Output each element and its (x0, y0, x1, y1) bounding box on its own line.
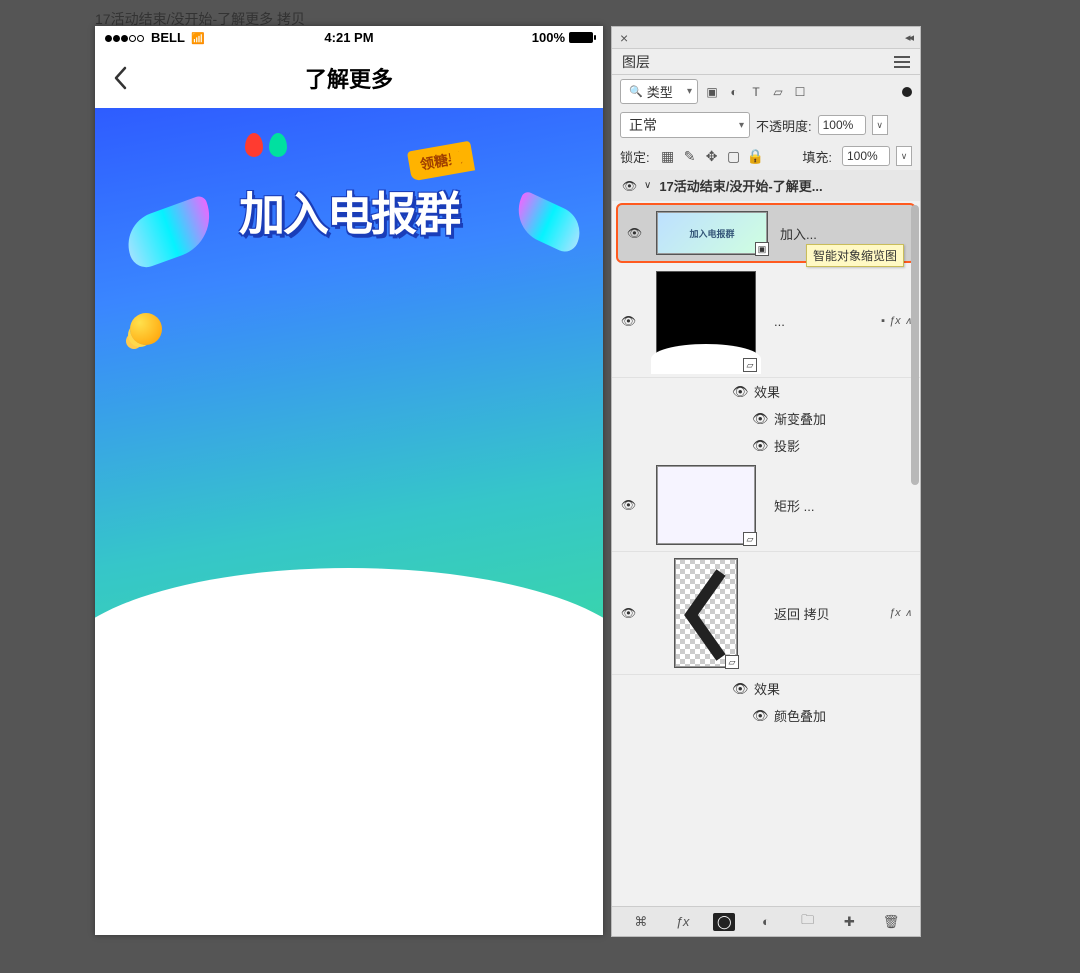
fx-label[interactable]: ƒx (889, 315, 901, 327)
panel-menu-icon[interactable] (894, 56, 910, 68)
layer-name[interactable]: 矩形 ... (774, 496, 912, 515)
lock-all-icon[interactable]: 🔒 (748, 148, 764, 164)
layer-row[interactable]: 👁 ▱ 返回 拷贝 ƒx ∧ (612, 552, 920, 675)
panel-close-icon[interactable]: × (620, 30, 628, 46)
effect-color-overlay[interactable]: 👁 颜色叠加 (612, 702, 920, 729)
vector-badge-icon: ▱ (743, 358, 757, 372)
design-canvas: BELL 4:21 PM 100% 了解更多 领糖果 加入电报群 (95, 26, 603, 935)
layer-thumbnail[interactable]: ▱ (656, 271, 756, 371)
layer-name[interactable]: 返回 拷贝 (774, 604, 881, 623)
filter-image-icon[interactable]: ▣ (704, 84, 720, 100)
link-mask-icon[interactable]: ▪ (881, 315, 885, 327)
visibility-toggle-icon[interactable]: 👁 (752, 708, 766, 724)
panel-footer: ⌘ ƒx ◯ ◐ 🗀 ✚ 🗑 (612, 906, 920, 936)
lock-position-icon[interactable]: ✥ (704, 148, 720, 164)
smart-object-badge-icon: ▣ (755, 242, 769, 256)
filter-smart-icon[interactable]: ☐ (792, 84, 808, 100)
visibility-toggle-icon[interactable]: 👁 (732, 384, 746, 400)
balloons-icon (245, 133, 287, 157)
add-mask-icon[interactable]: ◯ (713, 913, 735, 931)
visibility-toggle-icon[interactable]: 👁 (627, 226, 641, 240)
back-chevron-icon[interactable] (113, 66, 127, 90)
effect-gradient-overlay[interactable]: 👁 渐变叠加 (612, 405, 920, 432)
scrollbar-thumb[interactable] (911, 205, 919, 485)
opacity-input[interactable]: 100% (818, 115, 866, 135)
status-time: 4:21 PM (324, 30, 373, 45)
battery-icon (569, 32, 593, 43)
tooltip: 智能对象缩览图 (806, 244, 904, 267)
delete-layer-icon[interactable]: 🗑 (880, 914, 902, 930)
wifi-icon (191, 30, 205, 45)
page-title: 了解更多 (305, 62, 393, 94)
fill-stepper[interactable]: ∨ (896, 146, 912, 166)
layers-tab[interactable]: 图层 (622, 52, 650, 72)
filter-text-icon[interactable]: T (748, 84, 764, 100)
hero-area: 领糖果 加入电报群 (95, 108, 603, 678)
lock-label: 锁定: (620, 147, 650, 166)
filter-type-select[interactable]: 类型 (620, 79, 698, 104)
layer-name[interactable]: 加入... (780, 224, 906, 243)
layer-row[interactable]: 👁 ▱ 矩形 ... (612, 459, 920, 552)
status-bar: BELL 4:21 PM 100% (95, 26, 603, 48)
blend-mode-select[interactable]: 正常 (620, 112, 750, 138)
new-layer-icon[interactable]: ✚ (838, 914, 860, 930)
filter-shape-icon[interactable]: ▱ (770, 84, 786, 100)
fill-label: 填充: (802, 147, 832, 166)
vector-badge-icon: ▱ (743, 532, 757, 546)
group-caret-icon[interactable]: ∨ (644, 180, 651, 191)
scrollbar[interactable] (911, 205, 919, 905)
panel-collapse-icon[interactable]: ◂◂ (905, 31, 912, 44)
comet-icon (130, 313, 162, 345)
adjustment-layer-icon[interactable]: ◐ (755, 914, 777, 929)
opacity-label: 不透明度: (756, 116, 812, 135)
link-layers-icon[interactable]: ⌘ (630, 914, 652, 930)
nav-header: 了解更多 (95, 48, 603, 108)
filter-indicator-icon[interactable] (902, 87, 912, 97)
layer-thumbnail[interactable]: ▱ (656, 465, 756, 545)
visibility-toggle-icon[interactable]: 👁 (621, 606, 635, 620)
fx-label[interactable]: ƒx (889, 607, 901, 619)
layer-thumbnail[interactable]: ▱ (674, 558, 738, 668)
group-name: 17活动结束/没开始-了解更... (659, 176, 910, 195)
layer-group-header[interactable]: 👁 ∨ 17活动结束/没开始-了解更... (612, 170, 920, 201)
layers-list: 👁 ▣ 加入... 智能对象缩览图 👁 ▱ ... ▪ ƒx ∧ (612, 201, 920, 906)
battery-label: 100% (532, 30, 565, 45)
fx-menu-icon[interactable]: ƒx (672, 914, 694, 929)
new-group-icon[interactable]: 🗀 (797, 911, 819, 933)
effect-drop-shadow[interactable]: 👁 投影 (612, 432, 920, 459)
visibility-toggle-icon[interactable]: 👁 (621, 314, 635, 328)
visibility-toggle-icon[interactable]: 👁 (621, 498, 635, 512)
vector-badge-icon: ▱ (725, 655, 739, 669)
effects-header[interactable]: 👁 效果 (612, 378, 920, 405)
fill-input[interactable]: 100% (842, 146, 890, 166)
layers-panel: × ◂◂ 图层 类型 ▣ ◐ T ▱ ☐ 正常 不透明度: 100% ∨ 锁定:… (611, 26, 921, 937)
signal-dots-icon (105, 30, 145, 45)
filter-adjust-icon[interactable]: ◐ (726, 84, 742, 100)
effects-header[interactable]: 👁 效果 (612, 675, 920, 702)
lock-pixels-icon[interactable]: ▦ (660, 148, 676, 164)
lock-artboard-icon[interactable]: ▢ (726, 148, 742, 164)
carrier-label: BELL (151, 30, 185, 45)
visibility-toggle-icon[interactable]: 👁 (752, 411, 766, 427)
banner-title: 加入电报群 (95, 178, 603, 244)
visibility-toggle-icon[interactable]: 👁 (732, 681, 746, 697)
layer-thumbnail[interactable]: ▣ (656, 211, 768, 255)
layer-name[interactable]: ... (774, 314, 873, 329)
lock-brush-icon[interactable]: ✎ (682, 148, 698, 164)
flag-badge: 领糖果 (407, 141, 475, 182)
layer-row-selected[interactable]: 👁 ▣ 加入... 智能对象缩览图 (616, 203, 916, 263)
visibility-toggle-icon[interactable]: 👁 (622, 179, 636, 193)
opacity-stepper[interactable]: ∨ (872, 115, 888, 135)
layer-row[interactable]: 👁 ▱ ... ▪ ƒx ∧ (612, 265, 920, 378)
visibility-toggle-icon[interactable]: 👁 (752, 438, 766, 454)
